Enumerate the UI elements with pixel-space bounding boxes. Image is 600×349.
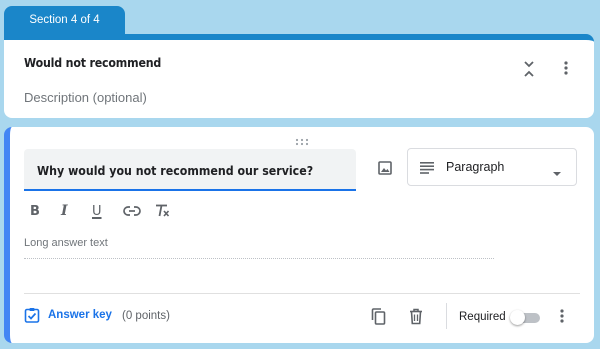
formatting-toolbar: B I U [30, 201, 185, 221]
add-image-icon[interactable] [374, 157, 396, 179]
duplicate-icon[interactable] [368, 305, 388, 327]
question-type-label: Paragraph [446, 160, 505, 174]
points-label: (0 points) [122, 310, 170, 322]
required-label: Required [459, 311, 506, 323]
drag-handle-icon[interactable] [295, 133, 309, 146]
answer-key-button[interactable]: Answer key [24, 307, 112, 323]
answer-key-label: Answer key [48, 309, 112, 321]
question-title-text: Why would you not recommend our service? [37, 164, 314, 178]
more-vert-icon[interactable] [554, 305, 570, 327]
italic-glyph: I [61, 203, 68, 219]
underline-glyph: U [92, 203, 102, 219]
toggle-knob [510, 310, 525, 325]
section-title[interactable]: Would not recommend [24, 56, 161, 70]
collapse-icon[interactable] [518, 56, 540, 82]
more-vert-icon[interactable] [556, 56, 576, 80]
required-toggle[interactable] [510, 310, 540, 325]
footer-vertical-divider [446, 303, 447, 329]
delete-icon[interactable] [406, 305, 426, 327]
clear-format-icon[interactable] [154, 201, 185, 221]
bold-glyph: B [30, 203, 40, 219]
section-description-field[interactable]: Description (optional) [24, 90, 147, 105]
dropdown-caret-icon [552, 164, 562, 176]
link-icon[interactable] [123, 201, 154, 221]
question-title-field[interactable]: Why would you not recommend our service? [24, 149, 356, 191]
assignment-check-icon [24, 307, 40, 323]
bold-icon[interactable]: B [30, 201, 61, 221]
section-tab: Section 4 of 4 [4, 6, 125, 34]
underline-icon[interactable]: U [92, 201, 123, 221]
question-card[interactable]: Why would you not recommend our service?… [4, 127, 594, 343]
question-type-select[interactable]: Paragraph [407, 148, 577, 186]
section-header-card[interactable]: Would not recommend Description (optiona… [4, 34, 594, 118]
italic-icon[interactable]: I [61, 201, 92, 221]
paragraph-icon [420, 161, 434, 174]
long-answer-placeholder: Long answer text [24, 237, 494, 259]
footer-divider [24, 293, 580, 294]
